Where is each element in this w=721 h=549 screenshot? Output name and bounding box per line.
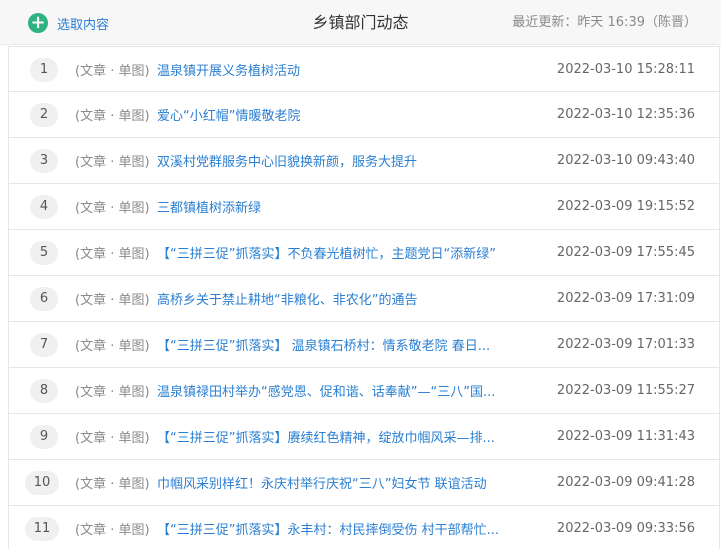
item-number-badge: 6 (30, 287, 58, 311)
list-item: 2 (文章 · 单图) 爱心“小红帽”情暖敬老院 2022-03-10 12:3… (8, 92, 720, 138)
item-type-label: (文章 · 单图) (75, 431, 150, 446)
item-number-badge: 5 (30, 241, 58, 265)
item-timestamp: 2022-03-09 17:31:09 (556, 291, 695, 306)
item-title-link[interactable]: 【“三拼三促”抓落实】不负春光植树忙，主题党日“添新绿” (157, 243, 496, 262)
item-title-link[interactable]: 【“三拼三促”抓落实】赓续红色精神，绽放巾帼风采—排... (157, 427, 495, 446)
item-type-label: (文章 · 单图) (75, 385, 150, 400)
item-timestamp: 2022-03-10 12:35:36 (556, 107, 695, 122)
item-number-badge: 10 (25, 471, 59, 495)
item-number-badge: 4 (30, 195, 58, 219)
item-number-badge: 9 (30, 425, 58, 449)
item-timestamp: 2022-03-09 11:31:43 (556, 429, 695, 444)
item-title-link[interactable]: 双溪村党群服务中心旧貌换新颜，服务大提升 (157, 151, 417, 170)
item-title-link[interactable]: 【“三拼三促”抓落实】 温泉镇石桥村：情系敬老院 春日... (157, 335, 490, 354)
list-item: 4 (文章 · 单图) 三都镇植树添新绿 2022-03-09 19:15:52 (8, 184, 720, 230)
list-item: 10 (文章 · 单图) 巾帼风采别样红！永庆村举行庆祝“三八”妇女节 联谊活动… (8, 460, 720, 506)
item-type-label: (文章 · 单图) (75, 523, 150, 538)
item-number-badge: 1 (30, 58, 58, 82)
item-title-link[interactable]: 巾帼风采别样红！永庆村举行庆祝“三八”妇女节 联谊活动 (157, 473, 487, 492)
pick-content-button[interactable]: + 选取内容 (28, 13, 109, 33)
item-timestamp: 2022-03-09 11:55:27 (556, 383, 695, 398)
item-type-label: (文章 · 单图) (75, 155, 150, 170)
item-timestamp: 2022-03-09 19:15:52 (556, 199, 695, 214)
list-item: 9 (文章 · 单图) 【“三拼三促”抓落实】赓续红色精神，绽放巾帼风采—排..… (8, 414, 720, 460)
panel-header: + 选取内容 乡镇部门动态 最近更新：昨天 16:39（陈晋） (0, 0, 721, 45)
item-number-badge: 11 (25, 517, 59, 541)
item-timestamp: 2022-03-10 09:43:40 (556, 153, 695, 168)
item-type-label: (文章 · 单图) (75, 339, 150, 354)
plus-icon: + (28, 13, 48, 33)
item-timestamp: 2022-03-09 09:33:56 (556, 521, 695, 536)
item-number-badge: 7 (30, 333, 58, 357)
item-title-link[interactable]: 温泉镇禄田村举办“感党恩、促和谐、话奉献”—“三八”国... (157, 381, 495, 400)
list-item: 7 (文章 · 单图) 【“三拼三促”抓落实】 温泉镇石桥村：情系敬老院 春日.… (8, 322, 720, 368)
item-title-link[interactable]: 高桥乡关于禁止耕地“非粮化、非农化”的通告 (157, 289, 417, 308)
item-title-link[interactable]: 温泉镇开展义务植树活动 (157, 60, 300, 79)
list-item: 6 (文章 · 单图) 高桥乡关于禁止耕地“非粮化、非农化”的通告 2022-0… (8, 276, 720, 322)
item-type-label: (文章 · 单图) (75, 293, 150, 308)
item-timestamp: 2022-03-09 17:55:45 (556, 245, 695, 260)
item-title-link[interactable]: 【“三拼三促”抓落实】永丰村：村民摔倒受伤 村干部帮忙... (157, 519, 499, 538)
item-type-label: (文章 · 单图) (75, 63, 150, 79)
item-number-badge: 8 (30, 379, 58, 403)
item-type-label: (文章 · 单图) (75, 109, 150, 124)
pick-content-label: 选取内容 (57, 17, 110, 33)
item-title-link[interactable]: 三都镇植树添新绿 (157, 197, 261, 216)
item-title-link[interactable]: 爱心“小红帽”情暖敬老院 (157, 105, 300, 124)
list-item: 11 (文章 · 单图) 【“三拼三促”抓落实】永丰村：村民摔倒受伤 村干部帮忙… (8, 506, 720, 549)
item-timestamp: 2022-03-09 17:01:33 (556, 337, 695, 352)
item-type-label: (文章 · 单图) (75, 247, 150, 262)
item-type-label: (文章 · 单图) (75, 477, 150, 492)
item-timestamp: 2022-03-09 09:41:28 (556, 475, 695, 490)
last-updated-text: 最近更新：昨天 16:39（陈晋） (512, 15, 697, 30)
news-list: 1 (文章 · 单图) 温泉镇开展义务植树活动 2022-03-10 15:28… (8, 46, 720, 549)
item-number-badge: 2 (30, 103, 58, 127)
item-number-badge: 3 (30, 149, 58, 173)
item-timestamp: 2022-03-10 15:28:11 (556, 61, 695, 77)
list-item: 1 (文章 · 单图) 温泉镇开展义务植树活动 2022-03-10 15:28… (8, 46, 720, 92)
item-type-label: (文章 · 单图) (75, 201, 150, 216)
list-item: 8 (文章 · 单图) 温泉镇禄田村举办“感党恩、促和谐、话奉献”—“三八”国.… (8, 368, 720, 414)
list-item: 3 (文章 · 单图) 双溪村党群服务中心旧貌换新颜，服务大提升 2022-03… (8, 138, 720, 184)
list-item: 5 (文章 · 单图) 【“三拼三促”抓落实】不负春光植树忙，主题党日“添新绿”… (8, 230, 720, 276)
